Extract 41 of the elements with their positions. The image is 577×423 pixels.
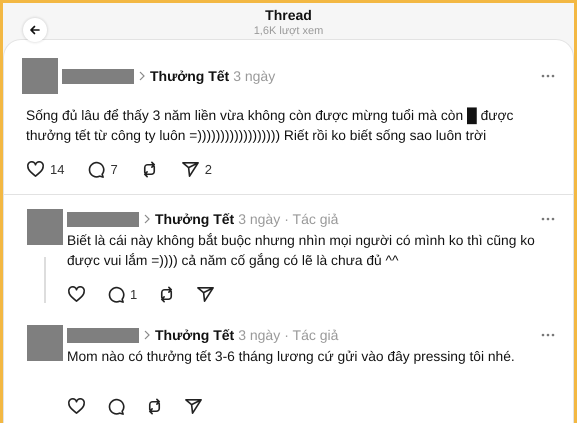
view-count: 1,6K lượt xem [254, 25, 324, 37]
chevron-icon [138, 71, 146, 81]
name-redaction [62, 68, 134, 84]
more-icon[interactable] [541, 217, 555, 221]
avatar-redaction [26, 209, 62, 245]
topic-name[interactable]: Thưởng Tết [155, 327, 234, 343]
thread-title: Thread [265, 7, 312, 23]
chevron-icon [143, 330, 151, 340]
thread-line [44, 257, 46, 303]
heart-button[interactable]: 14 [26, 160, 64, 178]
heart-icon[interactable] [67, 396, 86, 416]
author-label: · Tác giả [284, 211, 338, 227]
back-button[interactable] [23, 18, 47, 42]
more-icon[interactable] [541, 74, 555, 78]
heart-icon [26, 160, 45, 178]
avatar-redaction [26, 325, 62, 361]
post-text: Mom nào có thưởng tết 3-6 tháng lương cứ gửi vào đây pressing tôi nhé. [67, 348, 516, 366]
send-icon [180, 160, 200, 178]
chevron-icon [143, 214, 151, 224]
comment-icon[interactable] [106, 396, 125, 416]
post-text: Sống đủ lâu để thấy 3 năm liền vừa không còn được mừng tuổi mà còn █ được thưởng tết từ công ty luôn =)))))))))))))))))) Riết rồi ko biết sống sao luôn trời [26, 106, 514, 145]
send-button[interactable]: 2 [180, 160, 212, 178]
back-arrow-icon [29, 24, 41, 36]
post-text: Biết là cái này không bắt buộc nhưng nhìn mọi người có mình ko thì cũng ko được vui lắm =)))) cả năm cố gắng có lẽ là chưa đủ ^^ [67, 232, 536, 270]
post-time: 3 ngày [238, 211, 280, 227]
more-icon[interactable] [541, 333, 555, 337]
name-redaction [67, 212, 139, 226]
name-redaction [67, 328, 139, 342]
send-icon[interactable] [184, 396, 203, 416]
post-time: 3 ngày [233, 68, 276, 84]
heart-icon[interactable] [67, 284, 86, 304]
comment-button[interactable]: 1 [106, 284, 138, 304]
comment-button[interactable]: 7 [86, 160, 118, 178]
comment-icon [86, 160, 106, 178]
post-time: 3 ngày [238, 327, 280, 343]
avatar-redaction [22, 58, 58, 94]
send-icon[interactable] [196, 284, 216, 304]
topic-name[interactable]: Thưởng Tết [150, 68, 230, 84]
topic-name[interactable]: Thưởng Tết [155, 211, 234, 227]
comment-icon [106, 284, 125, 304]
author-label: · Tác giả [284, 327, 338, 343]
